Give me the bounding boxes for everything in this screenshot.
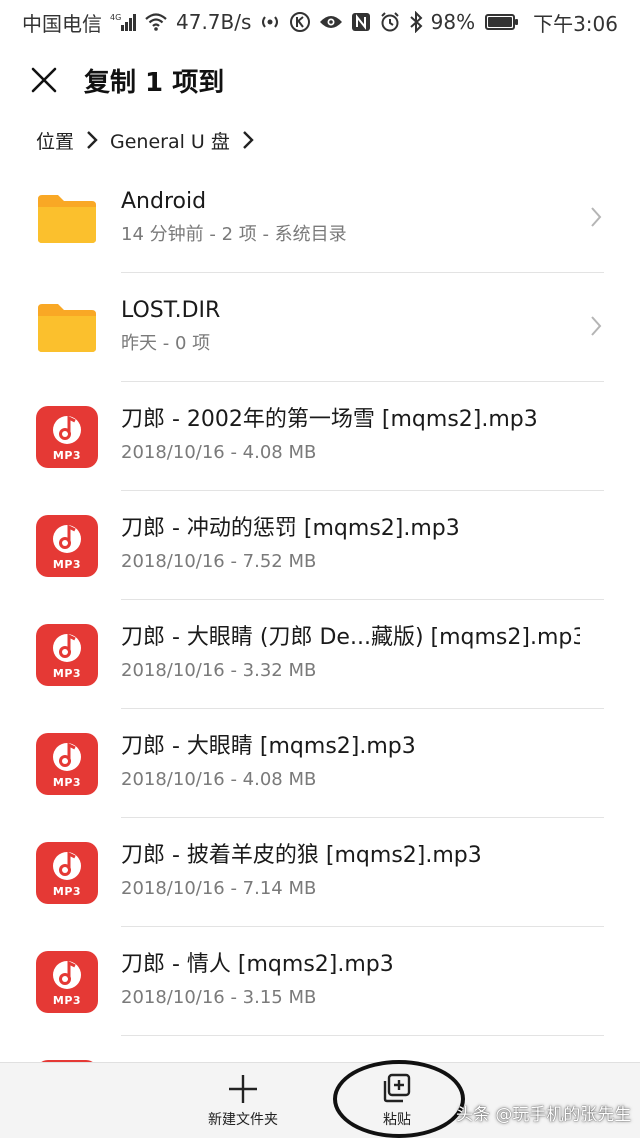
music-note-icon (53, 742, 81, 771)
list-item-mp3[interactable]: MP3 刀郎 - 2002年的第一场雪 [mqms2].mp3 2018/10/… (0, 382, 640, 491)
breadcrumb-item-usb-drive[interactable]: General U 盘 (110, 127, 230, 154)
file-meta: 14 分钟前 - 2 项 - 系统目录 (121, 224, 347, 245)
paste-button[interactable]: 粘贴 (337, 1073, 457, 1137)
chevron-right-icon (86, 130, 98, 150)
file-name: 刀郎 - 大眼睛 [mqms2].mp3 (121, 734, 416, 759)
k-icon (289, 11, 311, 33)
divider (121, 1035, 604, 1036)
status-bar-right: 98% 下午3:06 (319, 8, 618, 37)
music-note-icon (53, 524, 81, 553)
mp3-file-icon: MP3 (36, 841, 98, 904)
list-item-folder[interactable]: LOST.DIR 昨天 - 0 项 (0, 273, 640, 382)
plus-icon (229, 1075, 257, 1103)
file-name: 刀郎 - 2002年的第一场雪 [mqms2].mp3 (121, 407, 538, 432)
list-item-folder[interactable]: Android 14 分钟前 - 2 项 - 系统目录 (0, 164, 640, 273)
chevron-right-icon (590, 315, 602, 341)
file-name: Android (121, 189, 207, 214)
network-badge: 4G (110, 13, 121, 22)
file-list: Android 14 分钟前 - 2 项 - 系统目录 LOST.DIR 昨天 … (0, 164, 640, 1036)
file-name: 刀郎 - 大眼睛 (刀郎 De...藏版) [mqms2].mp3 (121, 625, 580, 650)
file-meta: 昨天 - 0 项 (121, 333, 211, 354)
new-folder-button[interactable]: 新建文件夹 (183, 1073, 303, 1137)
file-name: 刀郎 - 披着羊皮的狼 [mqms2].mp3 (121, 843, 482, 868)
nfc-icon (351, 12, 371, 32)
list-item-mp3[interactable]: MP3 刀郎 - 大眼睛 [mqms2].mp3 2018/10/16 - 4.… (0, 709, 640, 818)
eye-icon (319, 13, 343, 31)
page-title: 复制 1 项到 (84, 67, 225, 98)
network-speed: 47.7B/s (176, 10, 252, 34)
mp3-file-icon: MP3 (36, 732, 98, 795)
clock: 下午3:06 (533, 11, 618, 36)
close-icon (31, 67, 57, 93)
battery-icon (485, 14, 519, 30)
mp3-file-icon: MP3 (36, 950, 98, 1013)
hotspot-icon (259, 12, 281, 32)
folder-icon (36, 188, 98, 250)
file-name: LOST.DIR (121, 298, 221, 323)
file-meta: 2018/10/16 - 3.32 MB (121, 660, 317, 681)
watermark: 头条 @玩手机的张先生 (456, 1105, 632, 1125)
breadcrumb: 位置 General U 盘 (36, 124, 254, 156)
carrier-label: 中国电信 (22, 11, 102, 36)
alarm-icon (379, 11, 401, 33)
battery-fill (488, 17, 512, 27)
status-bar-left: 中国电信 4G 47.7B/s (22, 8, 311, 37)
list-item-mp3[interactable]: MP3 刀郎 - 披着羊皮的狼 [mqms2].mp3 2018/10/16 -… (0, 818, 640, 927)
close-button[interactable] (20, 56, 68, 104)
file-meta: 2018/10/16 - 4.08 MB (121, 769, 317, 790)
list-item-mp3[interactable]: MP3 刀郎 - 大眼睛 (刀郎 De...藏版) [mqms2].mp3 20… (0, 600, 640, 709)
music-note-icon (53, 851, 81, 880)
mp3-label: MP3 (52, 993, 82, 1007)
mp3-label: MP3 (52, 884, 82, 898)
header: 复制 1 项到 (0, 52, 640, 108)
file-meta: 2018/10/16 - 3.15 MB (121, 987, 317, 1008)
music-note-icon (53, 415, 81, 444)
wifi-icon (144, 12, 168, 32)
mp3-file-icon: MP3 (36, 514, 98, 577)
mp3-label: MP3 (52, 557, 82, 571)
chevron-right-icon (242, 130, 254, 150)
list-item-mp3[interactable]: MP3 刀郎 - 冲动的惩罚 [mqms2].mp3 2018/10/16 - … (0, 491, 640, 600)
breadcrumb-item-location[interactable]: 位置 (36, 127, 74, 154)
paste-label: 粘贴 (383, 1112, 411, 1128)
battery-percent: 98% (430, 10, 476, 34)
music-note-icon (53, 960, 81, 989)
mp3-label: MP3 (52, 775, 82, 789)
file-meta: 2018/10/16 - 7.14 MB (121, 878, 317, 899)
status-bar: 中国电信 4G 47.7B/s 98% 下午3:06 (0, 0, 640, 44)
file-meta: 2018/10/16 - 4.08 MB (121, 442, 317, 463)
new-folder-label: 新建文件夹 (208, 1112, 278, 1128)
mp3-file-icon: MP3 (36, 405, 98, 468)
chevron-right-icon (590, 206, 602, 232)
list-item-mp3[interactable]: MP3 刀郎 - 情人 [mqms2].mp3 2018/10/16 - 3.1… (0, 927, 640, 1036)
mp3-label: MP3 (52, 666, 82, 680)
bluetooth-icon (409, 11, 423, 33)
file-meta: 2018/10/16 - 7.52 MB (121, 551, 317, 572)
music-note-icon (53, 633, 81, 662)
signal-icon: 4G (110, 12, 136, 32)
mp3-label: MP3 (52, 448, 82, 462)
paste-icon (383, 1073, 411, 1103)
folder-icon (36, 297, 98, 359)
file-name: 刀郎 - 情人 [mqms2].mp3 (121, 952, 394, 977)
mp3-file-icon: MP3 (36, 623, 98, 686)
file-name: 刀郎 - 冲动的惩罚 [mqms2].mp3 (121, 516, 460, 541)
